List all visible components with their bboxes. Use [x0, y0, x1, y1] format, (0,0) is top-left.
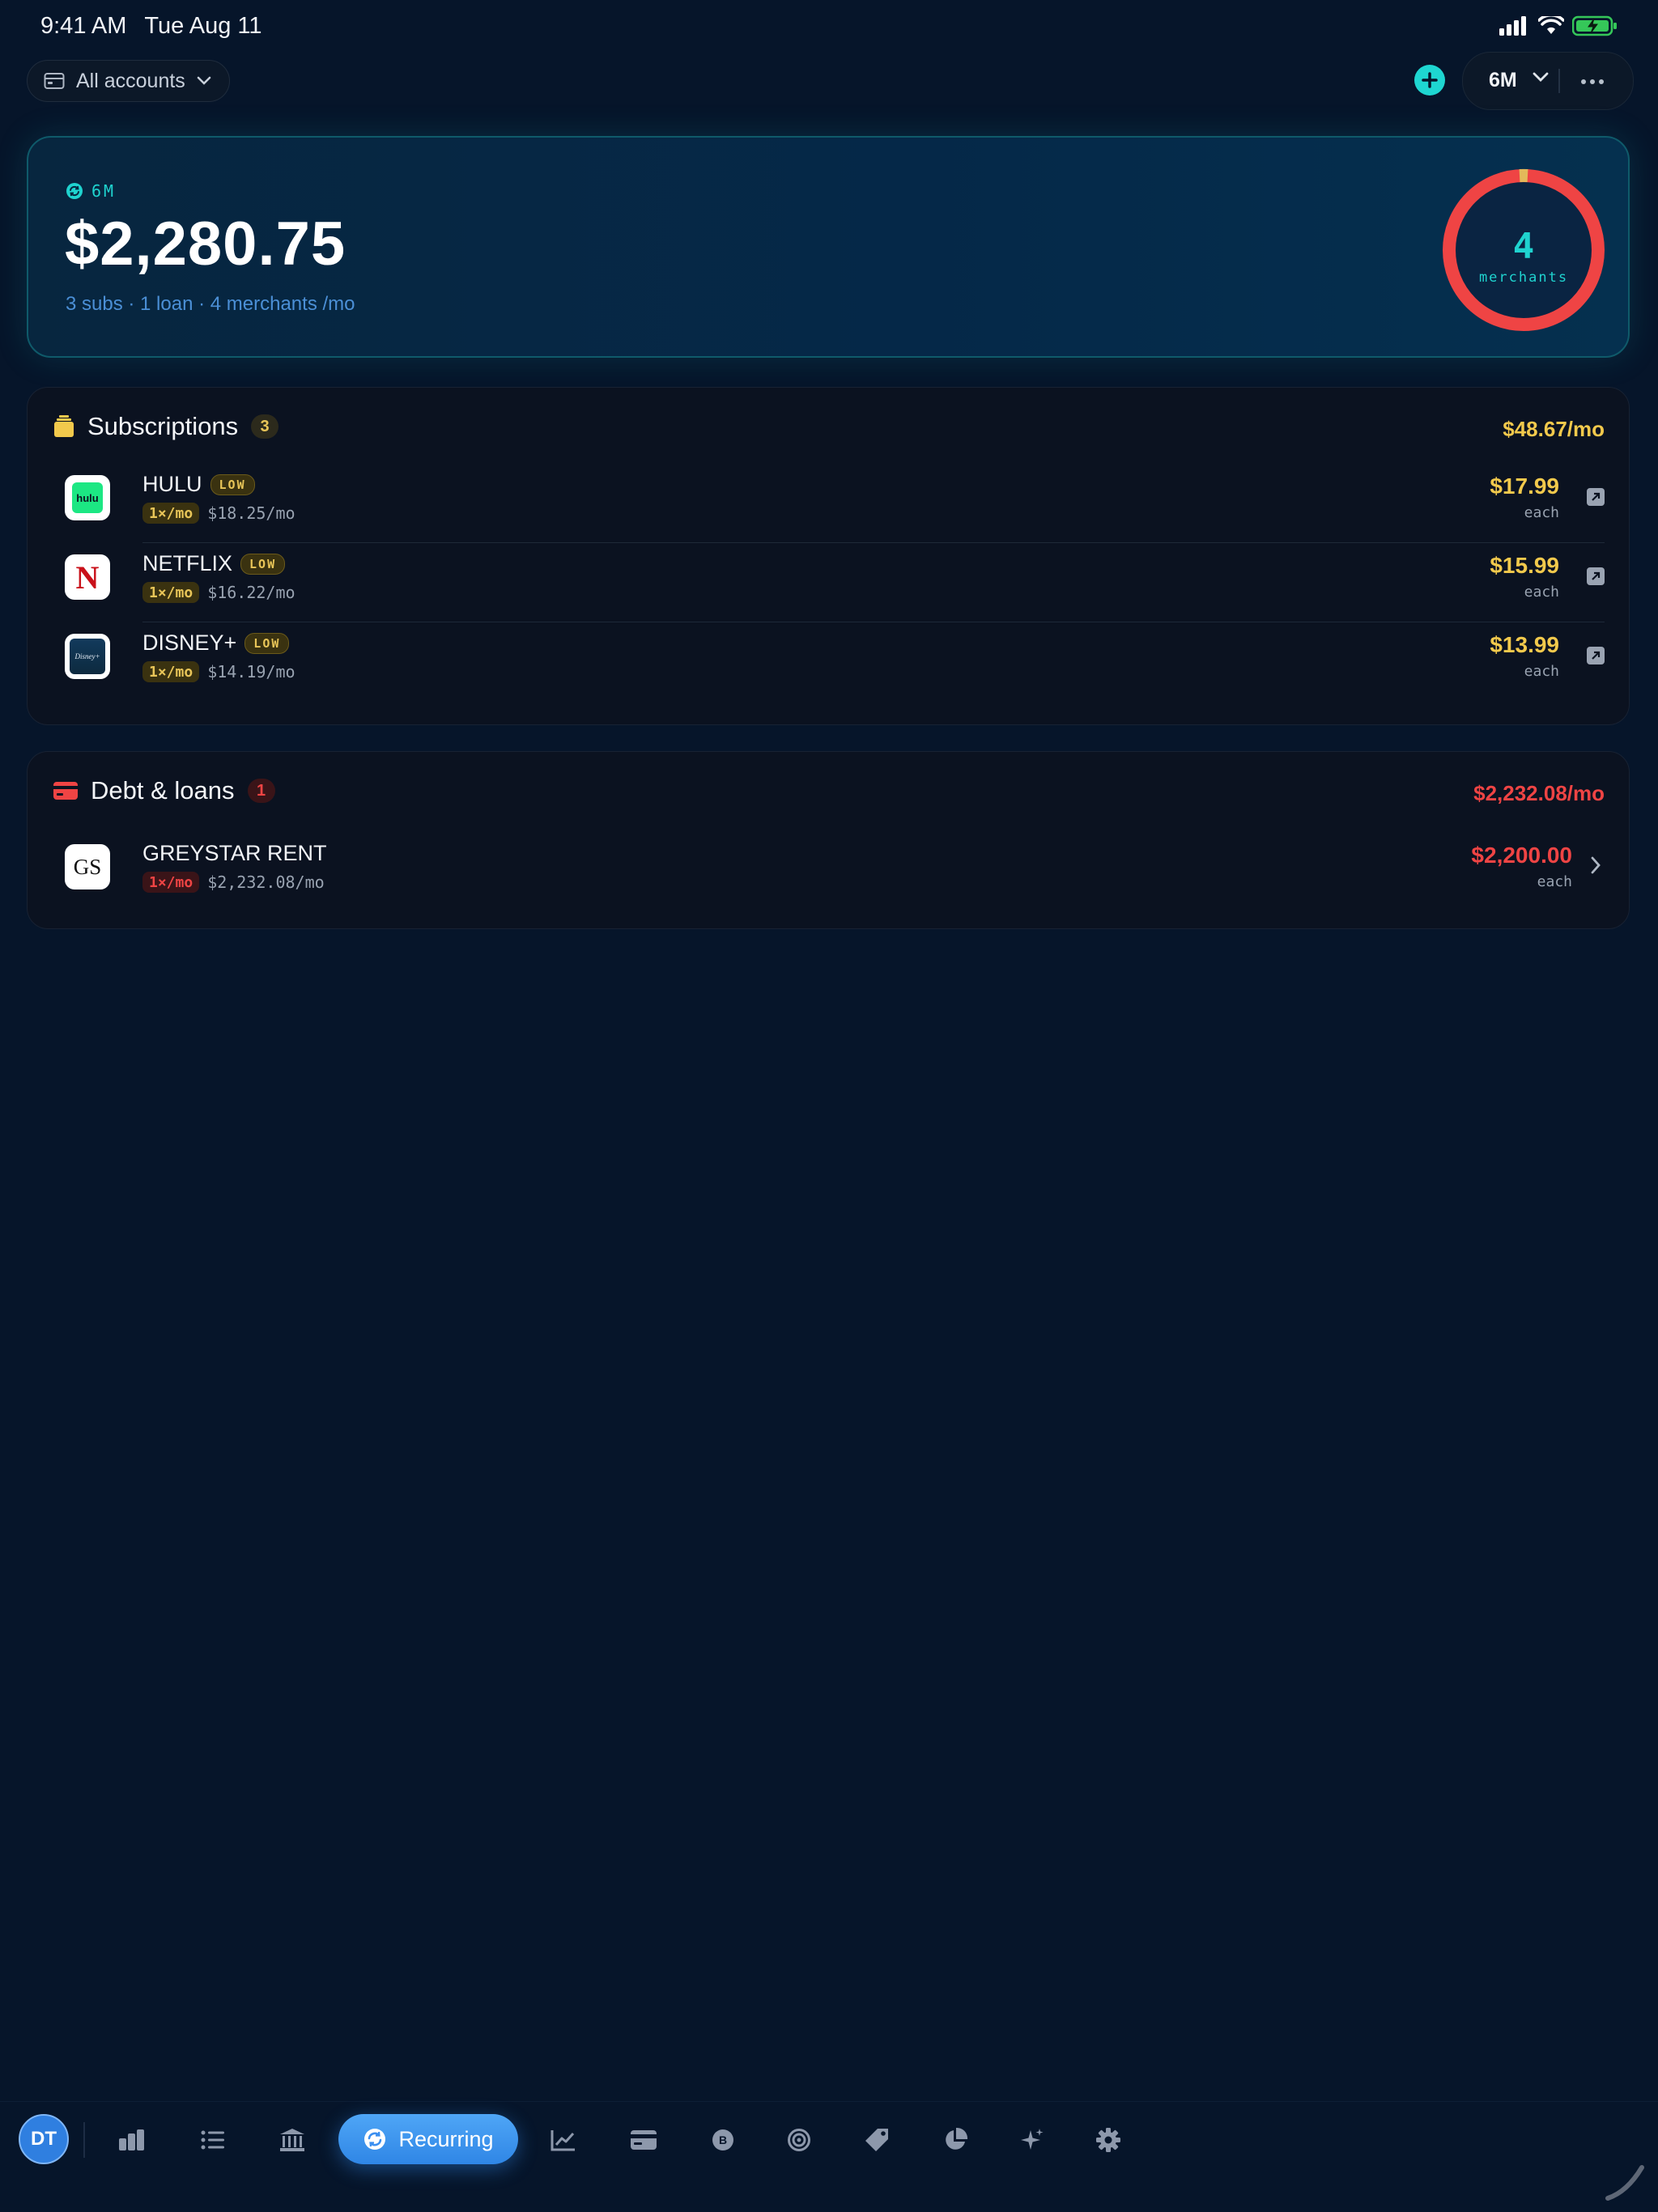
monthly-amount: $14.19/mo: [207, 662, 295, 681]
subscriptions-header: Subscriptions 3: [53, 412, 279, 441]
open-external-icon[interactable]: [1587, 567, 1605, 585]
subscriptions-card: Subscriptions 3 $48.67/mo hulu HULU LOW …: [27, 387, 1630, 725]
subscriptions-total: $48.67/mo: [1503, 417, 1605, 441]
priority-badge: LOW: [244, 632, 290, 654]
open-external-icon[interactable]: [1587, 647, 1605, 664]
target-icon[interactable]: [783, 2124, 815, 2156]
price-unit: each: [1537, 873, 1572, 890]
status-bar: 9:41 AM Tue Aug 11: [40, 11, 1618, 40]
summary-period: 6M: [91, 181, 117, 201]
recurring-icon: [364, 2129, 386, 2150]
subscription-price: $17.99: [1490, 473, 1559, 499]
sparkle-icon[interactable]: [1016, 2124, 1048, 2156]
status-date: Tue Aug 11: [144, 12, 262, 39]
price-unit: each: [1524, 663, 1559, 680]
frequency-chip: 1×/mo: [142, 582, 200, 603]
avatar[interactable]: DT: [19, 2114, 69, 2164]
open-external-icon[interactable]: [1587, 488, 1605, 506]
monthly-amount: $16.22/mo: [207, 583, 295, 602]
subscription-meta: 1×/mo $14.19/mo: [142, 661, 295, 682]
list-icon[interactable]: [197, 2124, 229, 2156]
debt-header: Debt & loans 1: [53, 776, 275, 805]
svg-text:B: B: [719, 2133, 727, 2146]
debt-row-greystar-rent[interactable]: GS GREYSTAR RENT 1×/mo $2,232.08/mo $2,2…: [53, 833, 1605, 912]
summary-subtitle: 3 subs · 1 loan · 4 merchants /mo: [66, 293, 355, 315]
subscription-price: $13.99: [1490, 632, 1559, 657]
nav-recurring-label: Recurring: [398, 2126, 494, 2151]
accounts-filter-label: All accounts: [76, 69, 185, 92]
pill-divider: [1558, 69, 1560, 93]
nav-recurring-button[interactable]: Recurring: [338, 2114, 518, 2164]
debt-name: GREYSTAR RENT: [142, 841, 327, 865]
trend-icon[interactable]: [547, 2124, 580, 2156]
debt-loans-card: Debt & loans 1 $2,232.08/mo GS GREYSTAR …: [27, 751, 1630, 929]
nav-divider: [83, 2122, 85, 2158]
recurring-summary-card: 6M $2,280.75 3 subs · 1 loan · 4 merchan…: [27, 136, 1630, 358]
subscription-name: NETFLIX LOW: [142, 551, 286, 576]
frequency-chip: 1×/mo: [142, 661, 200, 682]
credit-card-icon: [53, 782, 78, 800]
monthly-amount: $2,232.08/mo: [207, 872, 325, 892]
add-button[interactable]: [1414, 65, 1445, 96]
donut-count: 4: [1513, 226, 1535, 267]
frequency-chip: 1×/mo: [142, 503, 200, 524]
subscription-row-netflix[interactable]: N NETFLIX LOW 1×/mo $16.22/mo $15.99 eac…: [53, 543, 1605, 622]
subscriptions-title: Subscriptions: [87, 412, 239, 440]
wifi-icon: [1538, 16, 1564, 34]
summary-period-tag: 6M: [66, 181, 116, 201]
home-indicator: [1605, 2165, 1644, 2201]
wallet-icon: [44, 73, 65, 89]
chevron-right-icon[interactable]: [1590, 856, 1601, 875]
subscription-name: HULU LOW: [142, 472, 255, 497]
subscription-price: $15.99: [1490, 553, 1559, 578]
frequency-chip: 1×/mo: [142, 872, 200, 893]
donut-label: merchants: [1479, 270, 1568, 286]
status-time: 9:41 AM: [40, 12, 127, 39]
bar-chart-icon[interactable]: [116, 2124, 148, 2156]
accounts-filter-button[interactable]: All accounts: [27, 60, 230, 102]
greystar-logo: GS: [65, 844, 110, 889]
hulu-logo: hulu: [65, 475, 110, 520]
merchant-donut-chart: 4 merchants: [1443, 168, 1605, 331]
disney-plus-logo: Disney+: [65, 634, 110, 679]
subscription-row-hulu[interactable]: hulu HULU LOW 1×/mo $18.25/mo $17.99 eac…: [53, 464, 1605, 543]
subscriptions-icon: [54, 415, 74, 437]
bank-icon[interactable]: [276, 2124, 308, 2156]
debt-count-badge: 1: [247, 779, 275, 803]
price-unit: each: [1524, 504, 1559, 521]
debt-title: Debt & loans: [91, 776, 235, 805]
subscription-meta: 1×/mo $16.22/mo: [142, 582, 295, 603]
summary-amount: $2,280.75: [65, 210, 346, 278]
subscription-meta: 1×/mo $18.25/mo: [142, 503, 295, 524]
bottom-navigation: [0, 2101, 1658, 2212]
netflix-logo: N: [65, 554, 110, 600]
plus-icon: [1422, 72, 1438, 88]
debt-total: $2,232.08/mo: [1473, 781, 1605, 805]
period-selector[interactable]: 6M: [1462, 52, 1634, 110]
chevron-down-icon: [1533, 72, 1549, 82]
card-icon[interactable]: [627, 2124, 660, 2156]
debt-meta: 1×/mo $2,232.08/mo: [142, 872, 325, 893]
priority-badge: LOW: [210, 473, 255, 495]
pie-chart-icon[interactable]: [939, 2124, 971, 2156]
cellular-signal-icon: [1499, 16, 1526, 36]
gear-icon[interactable]: [1092, 2124, 1124, 2156]
debt-price: $2,200.00: [1471, 843, 1572, 868]
monthly-amount: $18.25/mo: [207, 503, 295, 523]
subscription-row-disney-plus[interactable]: Disney+ DISNEY+ LOW 1×/mo $14.19/mo $13.…: [53, 622, 1605, 702]
subscriptions-count-badge: 3: [251, 414, 279, 439]
battery-charging-icon: [1572, 15, 1617, 36]
tag-icon[interactable]: [861, 2124, 893, 2156]
recurring-icon: [66, 183, 83, 199]
more-options-icon[interactable]: [1581, 79, 1604, 84]
subscription-name: DISNEY+ LOW: [142, 630, 290, 656]
price-unit: each: [1524, 584, 1559, 601]
period-label: 6M: [1489, 69, 1517, 91]
bitcoin-icon[interactable]: B: [707, 2124, 739, 2156]
priority-badge: LOW: [240, 553, 286, 575]
chevron-down-icon: [197, 76, 211, 85]
